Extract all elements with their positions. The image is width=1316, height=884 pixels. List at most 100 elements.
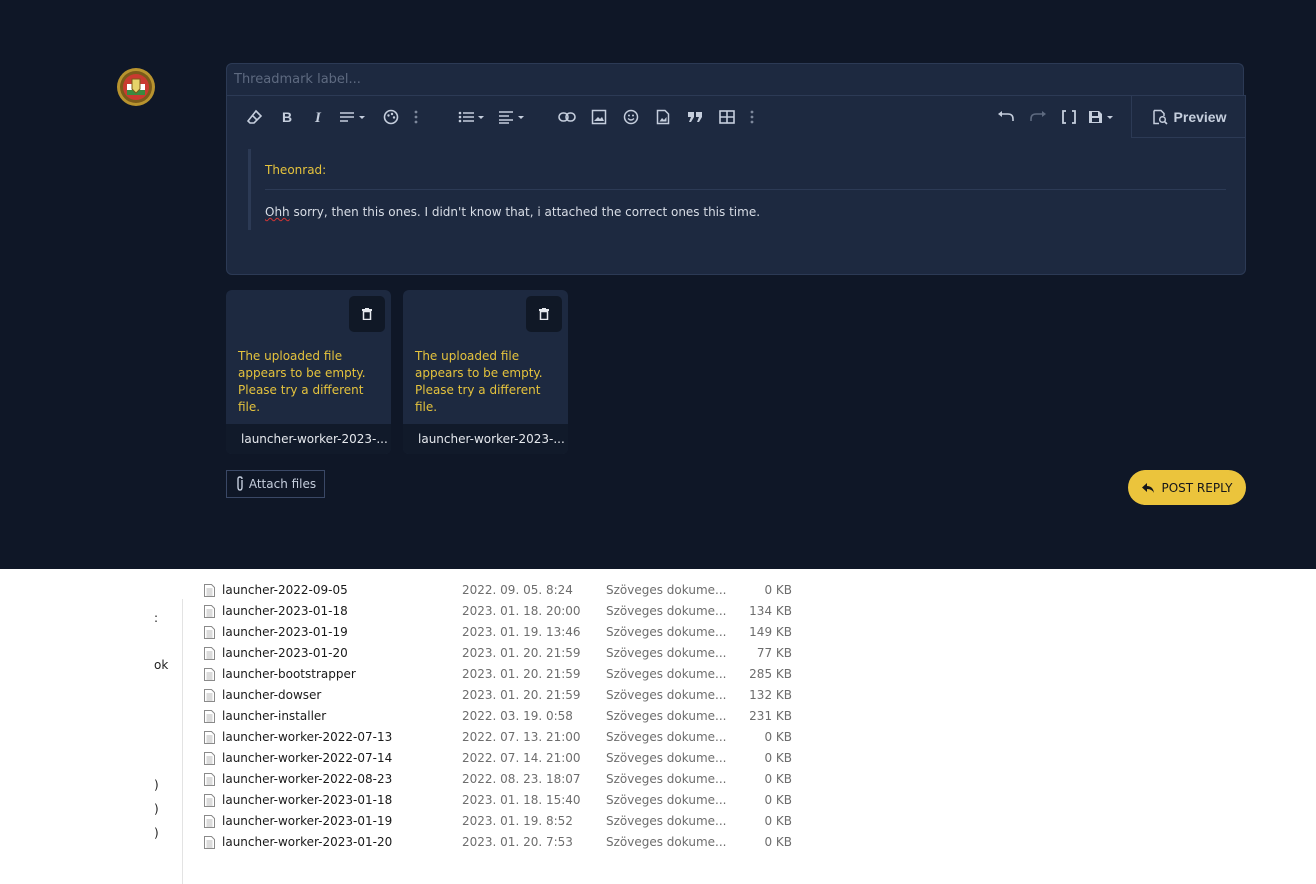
quote-author: Theonrad:	[265, 163, 327, 177]
file-type: Szöveges dokume...	[606, 793, 727, 807]
attach-files-label: Attach files	[248, 477, 317, 491]
file-name: launcher-2023-01-18	[222, 604, 348, 618]
preview-button[interactable]: Preview	[1131, 96, 1246, 138]
text-file-icon	[204, 836, 215, 849]
file-modified-date: 2022. 03. 19. 0:58	[462, 709, 573, 723]
file-row[interactable]: launcher-worker-2023-01-18 2023. 01. 18. …	[0, 790, 800, 811]
file-row[interactable]: launcher-2023-01-20 2023. 01. 20. 21:59 Sz…	[0, 643, 800, 664]
file-type: Szöveges dokume...	[606, 583, 727, 597]
preview-icon	[1152, 109, 1168, 125]
text-file-icon	[204, 689, 215, 702]
trash-icon	[539, 308, 549, 320]
file-row[interactable]: launcher-2023-01-19 2023. 01. 19. 13:46 Sz…	[0, 622, 800, 643]
file-name: launcher-dowser	[222, 688, 322, 702]
file-modified-date: 2023. 01. 20. 7:53	[462, 835, 573, 849]
paragraph-format-icon[interactable]	[338, 96, 368, 138]
attachment-filename: launcher-worker-2023-...	[226, 424, 391, 454]
file-size: 77 KB	[756, 646, 792, 660]
file-size: 0 KB	[764, 583, 792, 597]
link-icon[interactable]	[554, 96, 580, 138]
file-modified-date: 2023. 01. 20. 21:59	[462, 667, 581, 681]
file-modified-date: 2023. 01. 18. 20:00	[462, 604, 581, 618]
forum-reply-area: Threadmark label... B I Preview Theonrad…	[0, 0, 1316, 569]
quote-body-text: sorry, then this ones. I didn't know tha…	[289, 205, 761, 219]
file-modified-date: 2023. 01. 20. 21:59	[462, 646, 581, 660]
file-size: 0 KB	[764, 751, 792, 765]
emoji-icon[interactable]	[618, 96, 644, 138]
file-modified-date: 2022. 07. 14. 21:00	[462, 751, 581, 765]
file-type: Szöveges dokume...	[606, 772, 727, 786]
file-row[interactable]: launcher-bootstrapper 2023. 01. 20. 21:59…	[0, 664, 800, 685]
delete-attachment-button[interactable]	[349, 296, 385, 332]
file-row[interactable]: launcher-worker-2022-08-23 2022. 08. 23. …	[0, 769, 800, 790]
more-vertical-icon[interactable]	[407, 96, 425, 138]
post-reply-label: POST REPLY	[1161, 480, 1233, 495]
preview-label: Preview	[1173, 108, 1227, 125]
file-size: 149 KB	[749, 625, 792, 639]
media-icon[interactable]	[650, 96, 676, 138]
text-file-icon	[204, 773, 215, 786]
file-modified-date: 2023. 01. 18. 15:40	[462, 793, 581, 807]
file-size: 231 KB	[749, 709, 792, 723]
file-type: Szöveges dokume...	[606, 688, 727, 702]
file-row[interactable]: launcher-installer 2022. 03. 19. 0:58 Szöv…	[0, 706, 800, 727]
file-name: launcher-worker-2022-08-23	[222, 772, 393, 786]
file-row[interactable]: launcher-worker-2023-01-19 2023. 01. 19. …	[0, 811, 800, 832]
eraser-icon[interactable]	[242, 96, 268, 138]
file-name: launcher-worker-2022-07-13	[222, 730, 393, 744]
save-draft-icon[interactable]	[1087, 96, 1117, 138]
post-reply-button[interactable]: POST REPLY	[1128, 470, 1246, 505]
quote-icon[interactable]	[682, 96, 708, 138]
file-row[interactable]: launcher-worker-2023-01-20 2023. 01. 20. …	[0, 832, 800, 853]
file-name: launcher-worker-2023-01-20	[222, 835, 393, 849]
file-row[interactable]: launcher-worker-2022-07-14 2022. 07. 14. …	[0, 748, 800, 769]
rich-text-editor[interactable]: B I Preview Theonrad: Ohh sorry, then th…	[226, 95, 1246, 275]
misspelled-word[interactable]: Ohh	[265, 205, 290, 219]
bold-icon[interactable]: B	[274, 96, 300, 138]
threadmark-label-input[interactable]: Threadmark label...	[226, 63, 1244, 95]
list-icon[interactable]	[457, 96, 487, 138]
italic-icon[interactable]: I	[306, 96, 332, 138]
align-icon[interactable]	[497, 96, 527, 138]
svg-text:B: B	[282, 110, 292, 124]
quote-block[interactable]: Theonrad: Ohh sorry, then this ones. I d…	[248, 149, 1228, 230]
file-modified-date: 2023. 01. 20. 21:59	[462, 688, 581, 702]
text-file-icon	[204, 815, 215, 828]
file-type: Szöveges dokume...	[606, 751, 727, 765]
file-type: Szöveges dokume...	[606, 604, 727, 618]
redo-icon	[1025, 96, 1051, 138]
bbcode-toggle-icon[interactable]	[1056, 96, 1082, 138]
file-row[interactable]: launcher-2023-01-18 2023. 01. 18. 20:00 Sz…	[0, 601, 800, 622]
file-size: 132 KB	[749, 688, 792, 702]
text-file-icon	[204, 584, 215, 597]
quote-divider	[265, 189, 1226, 190]
file-modified-date: 2022. 07. 13. 21:00	[462, 730, 581, 744]
image-icon[interactable]	[586, 96, 612, 138]
file-name: launcher-worker-2022-07-14	[222, 751, 393, 765]
file-type: Szöveges dokume...	[606, 709, 727, 723]
file-name: launcher-2022-09-05	[222, 583, 348, 597]
file-row[interactable]: launcher-worker-2022-07-13 2022. 07. 13. …	[0, 727, 800, 748]
user-avatar[interactable]	[114, 67, 158, 107]
file-name: launcher-bootstrapper	[222, 667, 356, 681]
file-type: Szöveges dokume...	[606, 814, 727, 828]
file-row[interactable]: launcher-dowser 2023. 01. 20. 21:59 Szöveg…	[0, 685, 800, 706]
file-type: Szöveges dokume...	[606, 835, 727, 849]
file-size: 0 KB	[764, 772, 792, 786]
more-vertical-icon[interactable]	[743, 96, 761, 138]
file-modified-date: 2023. 01. 19. 13:46	[462, 625, 581, 639]
text-file-icon	[204, 710, 215, 723]
file-modified-date: 2022. 08. 23. 18:07	[462, 772, 581, 786]
table-icon[interactable]	[714, 96, 740, 138]
text-file-icon	[204, 668, 215, 681]
text-file-icon	[204, 752, 215, 765]
paperclip-icon	[237, 476, 243, 491]
trash-icon	[362, 308, 372, 320]
delete-attachment-button[interactable]	[526, 296, 562, 332]
file-row[interactable]: launcher-2022-09-05 2022. 09. 05. 8:24 Szö…	[0, 580, 800, 601]
attachment-filename: launcher-worker-2023-...	[403, 424, 568, 454]
text-color-icon[interactable]	[378, 96, 404, 138]
undo-icon[interactable]	[993, 96, 1019, 138]
text-file-icon	[204, 626, 215, 639]
attach-files-button[interactable]: Attach files	[226, 470, 325, 498]
